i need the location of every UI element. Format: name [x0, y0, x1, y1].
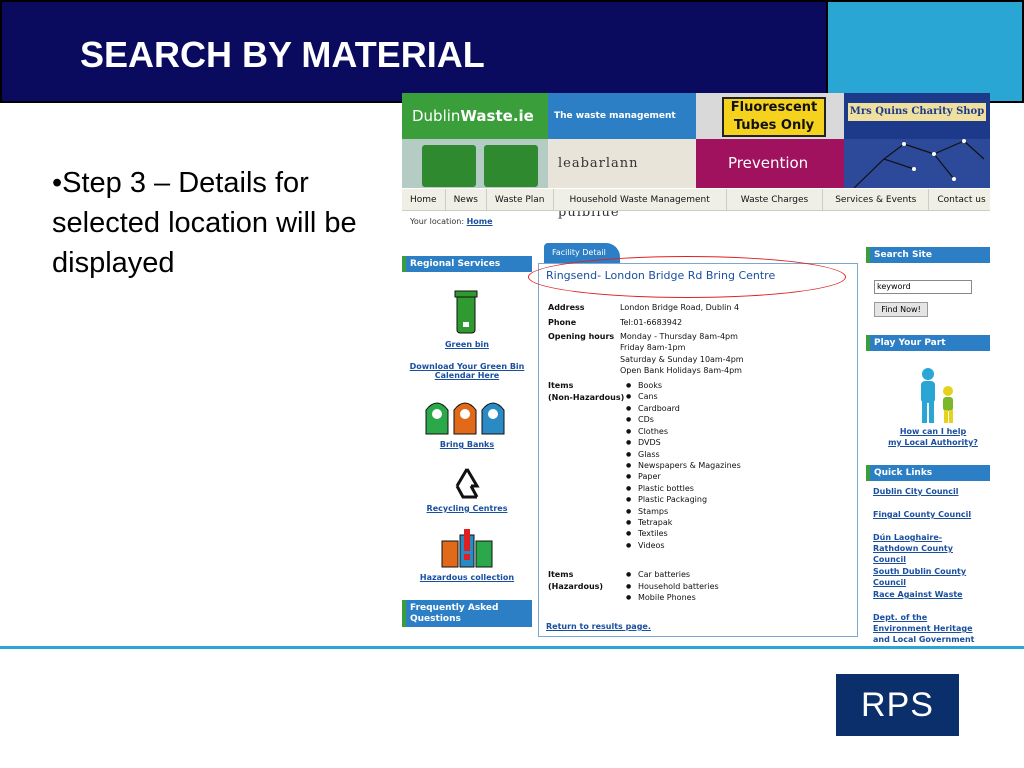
slide-title: SEARCH BY MATERIAL	[80, 34, 485, 75]
nav-charges[interactable]: Waste Charges	[727, 189, 824, 210]
list-item: Cardboard	[626, 404, 680, 413]
list-item: Glass	[626, 450, 659, 459]
parent-child-icon[interactable]	[912, 367, 960, 425]
slide-title-bar: SEARCH BY MATERIAL	[0, 0, 828, 103]
quick-link[interactable]: Race Against Waste	[873, 589, 990, 600]
quick-link[interactable]: Dublin City Council	[873, 486, 990, 497]
bring-banks-link[interactable]: Bring Banks	[422, 440, 512, 449]
download-calendar-link[interactable]: Download Your Green Bin Calendar Here	[407, 362, 527, 380]
quick-links-header: Quick Links	[866, 465, 990, 481]
play-your-part-header: Play Your Part	[866, 335, 990, 351]
nav-waste-plan[interactable]: Waste Plan	[487, 189, 554, 210]
branches-icon	[853, 139, 985, 189]
address-label: Address	[548, 303, 585, 312]
hours-label: Opening hours	[548, 332, 615, 341]
hours-line: Open Bank Holidays 8am-4pm	[620, 366, 742, 375]
list-item: Stamps	[626, 507, 668, 516]
rps-logo: RPS	[836, 674, 959, 736]
tree-photo	[844, 139, 990, 189]
list-item: Cans	[626, 392, 658, 401]
hazardous-collection-link[interactable]: Hazardous collection	[412, 573, 522, 582]
search-input[interactable]: keyword	[874, 280, 972, 294]
list-item: Textiles	[626, 529, 668, 538]
quick-link[interactable]: South Dublin County Council	[873, 566, 990, 588]
site-nav: Home News Waste Plan Household Waste Man…	[402, 189, 990, 211]
quick-link[interactable]: Dún Laoghaire-Rathdown County Council	[873, 532, 985, 565]
nav-household[interactable]: Household Waste Management	[554, 189, 727, 210]
hours-line: Saturday & Sunday 10am-4pm	[620, 355, 744, 364]
charity-shop-photo: Mrs Quins Charity Shop	[844, 93, 990, 139]
address-value: London Bridge Road, Dublin 4	[620, 303, 740, 312]
list-item: Household batteries	[626, 582, 719, 591]
site-tagline: The waste management website	[548, 93, 696, 167]
nav-contact[interactable]: Contact us	[929, 189, 990, 210]
help-link-line2[interactable]: my Local Authority?	[878, 438, 988, 447]
hours-line: Friday 8am-1pm	[620, 343, 686, 352]
list-item: Videos	[626, 541, 664, 550]
prevention-banner[interactable]: Prevention	[696, 139, 844, 188]
fluorescent-photo: Fluorescent Tubes Only	[696, 93, 844, 139]
list-item: Clothes	[626, 427, 668, 436]
brand-prefix: Dublin	[412, 107, 461, 125]
green-bin-image	[422, 145, 476, 187]
items-h-label: Items	[548, 570, 574, 579]
facility-panel	[538, 263, 858, 637]
list-item: Paper	[626, 472, 660, 481]
quick-link[interactable]: Fingal County Council	[873, 509, 990, 520]
recycling-centres-link[interactable]: Recycling Centres	[417, 504, 517, 513]
list-item: CDs	[626, 415, 654, 424]
footer-rule	[0, 646, 1024, 649]
list-item: Newspapers & Magazines	[626, 461, 741, 470]
quick-link[interactable]: Dept. of the Environment Heritage and Lo…	[873, 612, 983, 642]
list-item: Books	[626, 381, 662, 390]
bring-banks-icon[interactable]	[422, 396, 512, 436]
return-link[interactable]: Return to results page.	[546, 622, 651, 631]
nav-news[interactable]: News	[446, 189, 487, 210]
list-item: Plastic bottles	[626, 484, 694, 493]
phone-value: Tel:01-6683942	[620, 318, 683, 327]
items-nh-sublabel: (Non-Hazardous)	[548, 393, 625, 402]
green-bin-link[interactable]: Green bin	[422, 340, 512, 349]
fluorescent-sign: Fluorescent Tubes Only	[722, 97, 826, 137]
green-bin-icon[interactable]	[454, 290, 478, 334]
nav-services[interactable]: Services & Events	[823, 189, 930, 210]
find-now-button[interactable]: Find Now!	[874, 302, 928, 317]
brand-bold: Waste.ie	[460, 107, 534, 125]
phone-label: Phone	[548, 318, 577, 327]
charity-shop-sign: Mrs Quins Charity Shop	[848, 103, 986, 121]
website-screenshot: DublinWaste.ie The waste management webs…	[402, 93, 990, 642]
breadcrumb-label: Your location:	[410, 217, 465, 226]
list-item: Tetrapak	[626, 518, 673, 527]
faq-header[interactable]: Frequently Asked Questions	[402, 600, 532, 627]
header-accent-box	[828, 0, 1024, 103]
green-bin-image	[484, 145, 538, 187]
help-link-line1[interactable]: How can I help	[878, 427, 988, 436]
breadcrumb-home[interactable]: Home	[467, 217, 493, 226]
hazardous-icon[interactable]	[440, 529, 494, 569]
slide-bullet: •Step 3 – Details for selected location …	[52, 167, 357, 279]
list-item: Mobile Phones	[626, 593, 696, 602]
regional-services-header: Regional Services	[402, 256, 532, 272]
items-h-sublabel: (Hazardous)	[548, 582, 604, 591]
list-item: Plastic Packaging	[626, 495, 707, 504]
hours-line: Monday - Thursday 8am-4pm	[620, 332, 738, 341]
breadcrumb: Your location: Home	[410, 217, 493, 226]
list-item: DVDS	[626, 438, 661, 447]
nav-home[interactable]: Home	[402, 189, 446, 210]
library-photo: leabarlann puibliúe	[548, 139, 696, 220]
site-banner: DublinWaste.ie The waste management webs…	[402, 93, 990, 220]
list-item: Car batteries	[626, 570, 690, 579]
search-site-header: Search Site	[866, 247, 990, 263]
items-nh-label: Items	[548, 381, 574, 390]
highlight-ellipse	[528, 256, 846, 298]
dublinwaste-logo[interactable]: DublinWaste.ie	[402, 93, 548, 139]
recycling-icon[interactable]	[450, 466, 484, 500]
